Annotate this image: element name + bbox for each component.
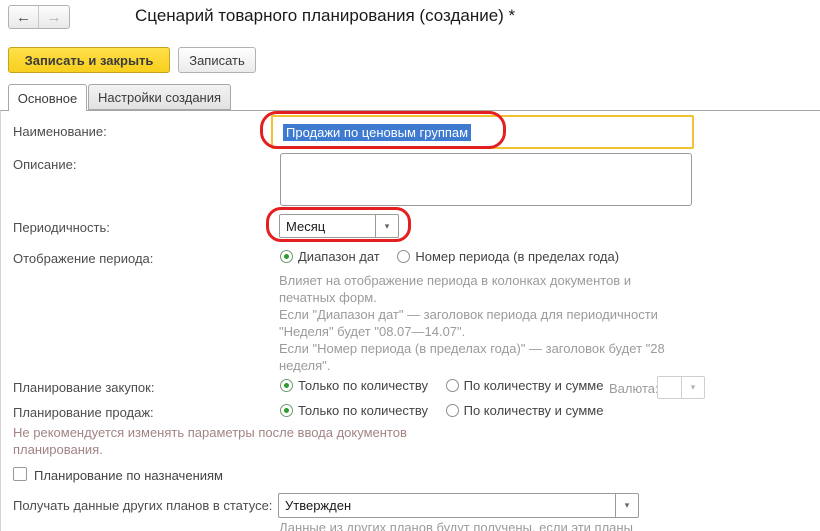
assignment-planning-checkbox[interactable]	[13, 467, 27, 481]
plans-status-value: Утвержден	[279, 494, 615, 517]
radio-period-number-label: Номер периода (в пределах года)	[415, 249, 619, 264]
assignment-planning-label: Планирование по назначениям	[34, 468, 223, 483]
plans-status-select[interactable]: Утвержден ▾	[278, 493, 639, 518]
radio-sales-qty-only-label: Только по количеству	[298, 403, 428, 418]
nav-history-group: ← →	[8, 5, 70, 29]
save-button[interactable]: Записать	[178, 47, 256, 73]
radio-date-range-label: Диапазон дат	[298, 249, 380, 264]
period-hint-line: Если "Номер периода (в пределах года)" —…	[279, 341, 665, 356]
chevron-down-icon: ▾	[385, 222, 390, 231]
radio-period-number[interactable]	[397, 250, 410, 263]
radio-sales-qty-only[interactable]	[280, 404, 293, 417]
period-display-label: Отображение периода:	[13, 251, 153, 266]
radio-purchase-qty-sum[interactable]	[446, 379, 459, 392]
save-and-close-button[interactable]: Записать и закрыть	[8, 47, 170, 73]
plans-status-label: Получать данные других планов в статусе:	[13, 498, 272, 513]
periodicity-dropdown-button[interactable]: ▾	[375, 215, 398, 237]
sales-planning-label: Планирование продаж:	[13, 405, 154, 420]
warning-line: Не рекомендуется изменять параметры посл…	[13, 425, 407, 440]
period-hint-line: "Неделя" будет "08.07—14.07".	[279, 324, 465, 339]
currency-dropdown-button: ▾	[681, 377, 704, 398]
back-button[interactable]: ←	[9, 6, 39, 28]
period-hint-line: неделя".	[279, 358, 330, 373]
page-title: Сценарий товарного планирования (создани…	[135, 6, 515, 26]
radio-purchase-qty-only[interactable]	[280, 379, 293, 392]
radio-sales-qty-sum[interactable]	[446, 404, 459, 417]
name-input-selected-text: Продажи по ценовым группам	[283, 124, 471, 141]
chevron-down-icon: ▾	[625, 501, 630, 510]
name-label: Наименование:	[13, 124, 107, 139]
forward-button[interactable]: →	[39, 6, 69, 28]
radio-date-range[interactable]	[280, 250, 293, 263]
currency-value	[658, 377, 681, 398]
periodicity-select[interactable]: Месяц ▾	[279, 214, 399, 238]
purchase-planning-label: Планирование закупок:	[13, 380, 154, 395]
period-hint-line: печатных форм.	[279, 290, 377, 305]
back-arrow-icon: ←	[16, 9, 31, 26]
tab-creation-settings[interactable]: Настройки создания	[88, 84, 231, 110]
radio-sales-qty-sum-label: По количеству и сумме	[464, 403, 604, 418]
form-panel: Наименование: Продажи по ценовым группам…	[0, 110, 820, 531]
plans-status-dropdown-button[interactable]: ▾	[615, 494, 638, 517]
plans-status-hint: Данные из других планов будут получены, …	[279, 520, 633, 531]
currency-label: Валюта:	[609, 381, 659, 396]
periodicity-value: Месяц	[280, 215, 375, 237]
period-hint-line: Если "Диапазон дат" — заголовок периода …	[279, 307, 658, 322]
name-input[interactable]: Продажи по ценовым группам	[271, 115, 694, 149]
forward-arrow-icon: →	[47, 9, 62, 26]
tab-main[interactable]: Основное	[8, 84, 87, 111]
description-label: Описание:	[13, 157, 76, 172]
radio-purchase-qty-only-label: Только по количеству	[298, 378, 428, 393]
scenario-form-window: ← → Сценарий товарного планирования (соз…	[0, 0, 820, 531]
period-hint-line: Влияет на отображение периода в колонках…	[279, 273, 631, 288]
radio-purchase-qty-sum-label: По количеству и сумме	[464, 378, 604, 393]
warning-line: планирования.	[13, 442, 103, 457]
description-textarea[interactable]	[280, 153, 692, 206]
chevron-down-icon: ▾	[691, 383, 696, 392]
periodicity-label: Периодичность:	[13, 220, 110, 235]
currency-select: ▾	[657, 376, 705, 399]
